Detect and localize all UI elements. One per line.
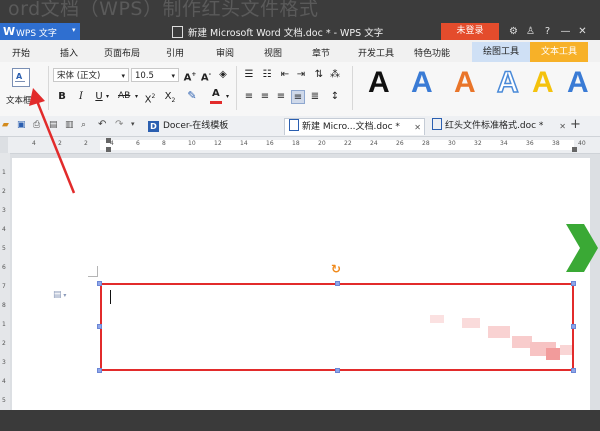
status-bar (0, 410, 600, 431)
annotation-arrow (29, 88, 76, 194)
